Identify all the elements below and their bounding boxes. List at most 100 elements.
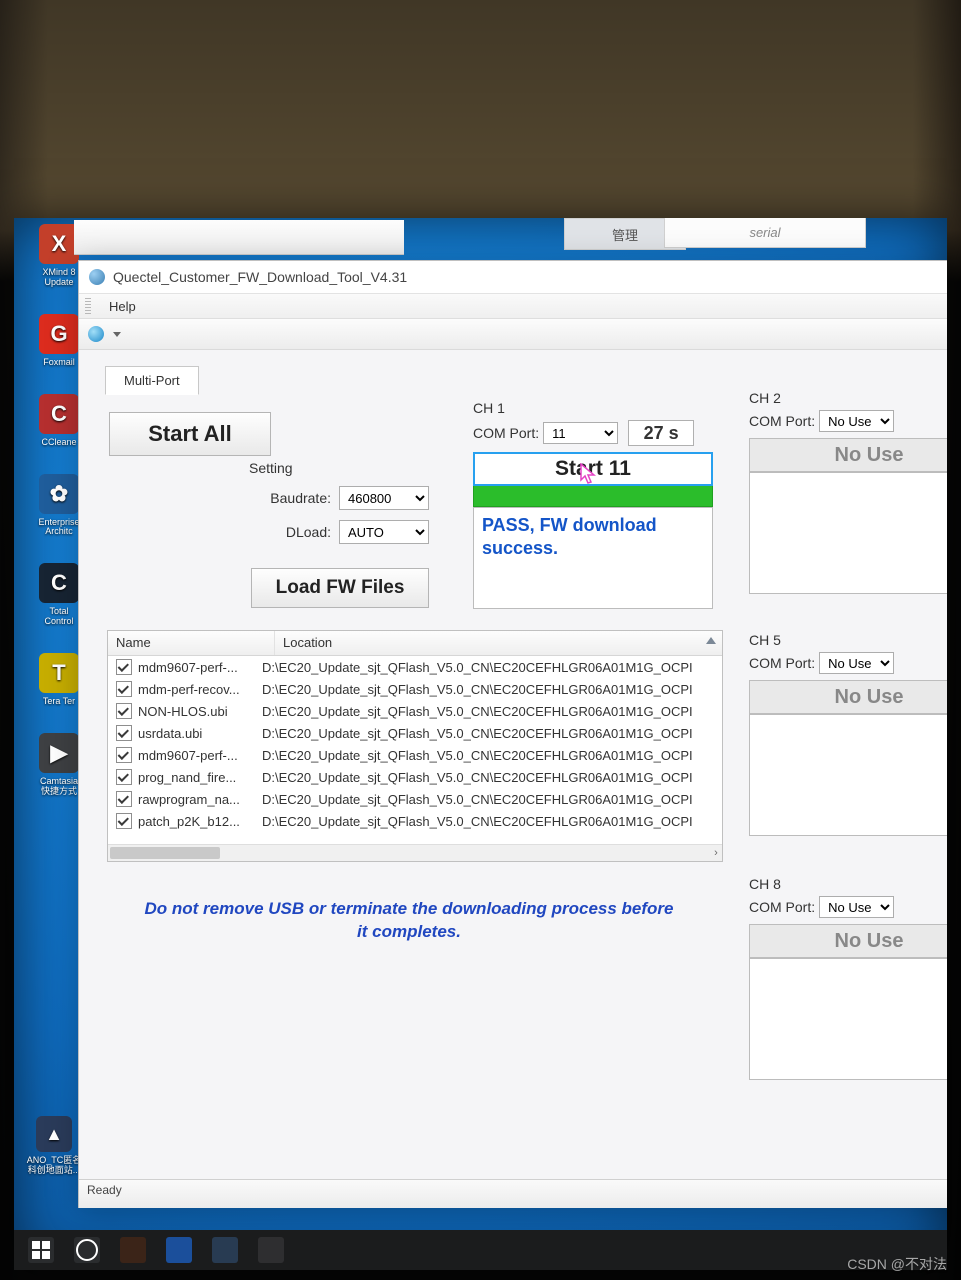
background-tab-serial[interactable]: serial <box>664 218 866 248</box>
scroll-up-icon[interactable] <box>706 637 716 644</box>
taskbar-item[interactable] <box>120 1237 146 1263</box>
ch1-start-button[interactable]: Start 11 <box>473 452 713 486</box>
globe-icon <box>88 326 104 342</box>
ch1-log: PASS, FW download success. <box>473 507 713 609</box>
titlebar[interactable]: Quectel_Customer_FW_Download_Tool_V4.31 <box>79 261 947 294</box>
app-icon: C <box>39 563 79 603</box>
tab-multi-port[interactable]: Multi-Port <box>105 366 199 395</box>
row-checkbox[interactable] <box>116 703 132 719</box>
ch8-com-select[interactable]: No Use <box>819 896 894 918</box>
warning-text: Do not remove USB or terminate the downl… <box>139 898 679 944</box>
file-name: mdm9607-perf-... <box>138 748 262 763</box>
table-row[interactable]: mdm9607-perf-...D:\EC20_Update_sjt_QFlas… <box>108 656 722 678</box>
ch1-title: CH 1 <box>473 400 713 416</box>
row-checkbox[interactable] <box>116 747 132 763</box>
app-window: Quectel_Customer_FW_Download_Tool_V4.31 … <box>78 260 947 1208</box>
col-header-location[interactable]: Location <box>275 631 722 655</box>
app-icon: T <box>39 653 79 693</box>
file-list-header[interactable]: Name Location <box>108 631 722 656</box>
baudrate-select[interactable]: 460800 <box>339 486 429 510</box>
ch1-start-label: Start 11 <box>555 457 631 480</box>
row-checkbox[interactable] <box>116 681 132 697</box>
status-text: Ready <box>87 1183 122 1197</box>
table-row[interactable]: rawprogram_na...D:\EC20_Update_sjt_QFlas… <box>108 788 722 810</box>
ch2-title: CH 2 <box>749 390 947 406</box>
table-row[interactable]: prog_nand_fire...D:\EC20_Update_sjt_QFla… <box>108 766 722 788</box>
table-row[interactable]: patch_p2K_b12...D:\EC20_Update_sjt_QFlas… <box>108 810 722 832</box>
file-name: mdm-perf-recov... <box>138 682 262 697</box>
file-location: D:\EC20_Update_sjt_QFlash_V5.0_CN\EC20CE… <box>262 748 722 763</box>
taskbar-item[interactable] <box>212 1237 238 1263</box>
window-title: Quectel_Customer_FW_Download_Tool_V4.31 <box>113 269 407 285</box>
ch2-com-label: COM Port: <box>749 413 815 429</box>
ch8-start-button[interactable]: No Use <box>749 924 947 958</box>
file-list-body: mdm9607-perf-...D:\EC20_Update_sjt_QFlas… <box>108 656 722 844</box>
file-location: D:\EC20_Update_sjt_QFlash_V5.0_CN\EC20CE… <box>262 792 722 807</box>
toolbar-language-button[interactable] <box>85 323 107 345</box>
file-name: prog_nand_fire... <box>138 770 262 785</box>
taskbar-item[interactable] <box>258 1237 284 1263</box>
ch5-start-button[interactable]: No Use <box>749 680 947 714</box>
baudrate-label: Baudrate: <box>270 490 331 506</box>
ch5-log <box>749 714 947 836</box>
icon-label: XMind 8Update <box>42 268 75 288</box>
scroll-right-icon[interactable]: › <box>710 847 722 859</box>
load-fw-files-button[interactable]: Load FW Files <box>251 568 429 608</box>
icon-label: TotalControl <box>44 607 73 627</box>
table-row[interactable]: NON-HLOS.ubiD:\EC20_Update_sjt_QFlash_V5… <box>108 700 722 722</box>
row-checkbox[interactable] <box>116 813 132 829</box>
ch2-log <box>749 472 947 594</box>
taskbar-search-button[interactable] <box>74 1237 100 1263</box>
row-checkbox[interactable] <box>116 725 132 741</box>
app-icon <box>89 269 105 285</box>
taskbar-item[interactable] <box>166 1237 192 1263</box>
table-row[interactable]: mdm-perf-recov...D:\EC20_Update_sjt_QFla… <box>108 678 722 700</box>
table-row[interactable]: usrdata.ubiD:\EC20_Update_sjt_QFlash_V5.… <box>108 722 722 744</box>
client-area: Multi-Port Start All Setting Baudrate: 4… <box>79 350 947 1208</box>
row-checkbox[interactable] <box>116 769 132 785</box>
ch1-com-label: COM Port: <box>473 425 539 441</box>
app-icon: X <box>39 224 79 264</box>
file-location: D:\EC20_Update_sjt_QFlash_V5.0_CN\EC20CE… <box>262 814 722 829</box>
windows-logo-icon <box>32 1241 50 1259</box>
taskbar-start-button[interactable] <box>28 1237 54 1263</box>
scrollbar-thumb[interactable] <box>110 847 220 859</box>
file-location: D:\EC20_Update_sjt_QFlash_V5.0_CN\EC20CE… <box>262 704 722 719</box>
settings-heading: Setting <box>249 460 429 476</box>
ch2-com-select[interactable]: No Use <box>819 410 894 432</box>
app-icon: ✿ <box>39 474 79 514</box>
ch2-start-button[interactable]: No Use <box>749 438 947 472</box>
start-all-button[interactable]: Start All <box>109 412 271 456</box>
file-location: D:\EC20_Update_sjt_QFlash_V5.0_CN\EC20CE… <box>262 682 722 697</box>
app-icon: ▶ <box>39 733 79 773</box>
taskbar[interactable] <box>14 1230 947 1270</box>
search-icon <box>76 1239 98 1261</box>
settings-group: Setting Baudrate: 460800 DLoad: AUTO <box>249 460 429 554</box>
toolbar <box>79 319 947 350</box>
app-icon: C <box>39 394 79 434</box>
dload-label: DLoad: <box>286 524 331 540</box>
row-checkbox[interactable] <box>116 659 132 675</box>
menu-help[interactable]: Help <box>99 297 146 316</box>
menubar: Help <box>79 294 947 319</box>
col-header-name[interactable]: Name <box>108 631 275 655</box>
file-location: D:\EC20_Update_sjt_QFlash_V5.0_CN\EC20CE… <box>262 770 722 785</box>
ch1-com-select[interactable]: 11 <box>543 422 618 444</box>
ch1-timer: 27 s <box>628 420 694 446</box>
menubar-grip <box>85 298 91 314</box>
icon-label: EnterpriseArchitc <box>38 518 79 538</box>
ch5-com-select[interactable]: No Use <box>819 652 894 674</box>
file-name: mdm9607-perf-... <box>138 660 262 675</box>
channel-2: CH 2 COM Port: No Use No Use <box>749 390 947 594</box>
dload-select[interactable]: AUTO <box>339 520 429 544</box>
ch8-log <box>749 958 947 1080</box>
horizontal-scrollbar[interactable]: ‹ › <box>108 844 722 861</box>
row-checkbox[interactable] <box>116 791 132 807</box>
app-icon: G <box>39 314 79 354</box>
table-row[interactable]: mdm9607-perf-...D:\EC20_Update_sjt_QFlas… <box>108 744 722 766</box>
ch5-com-label: COM Port: <box>749 655 815 671</box>
ch5-title: CH 5 <box>749 632 947 648</box>
file-name: rawprogram_na... <box>138 792 262 807</box>
file-name: patch_p2K_b12... <box>138 814 262 829</box>
toolbar-dropdown-icon[interactable] <box>113 332 121 337</box>
